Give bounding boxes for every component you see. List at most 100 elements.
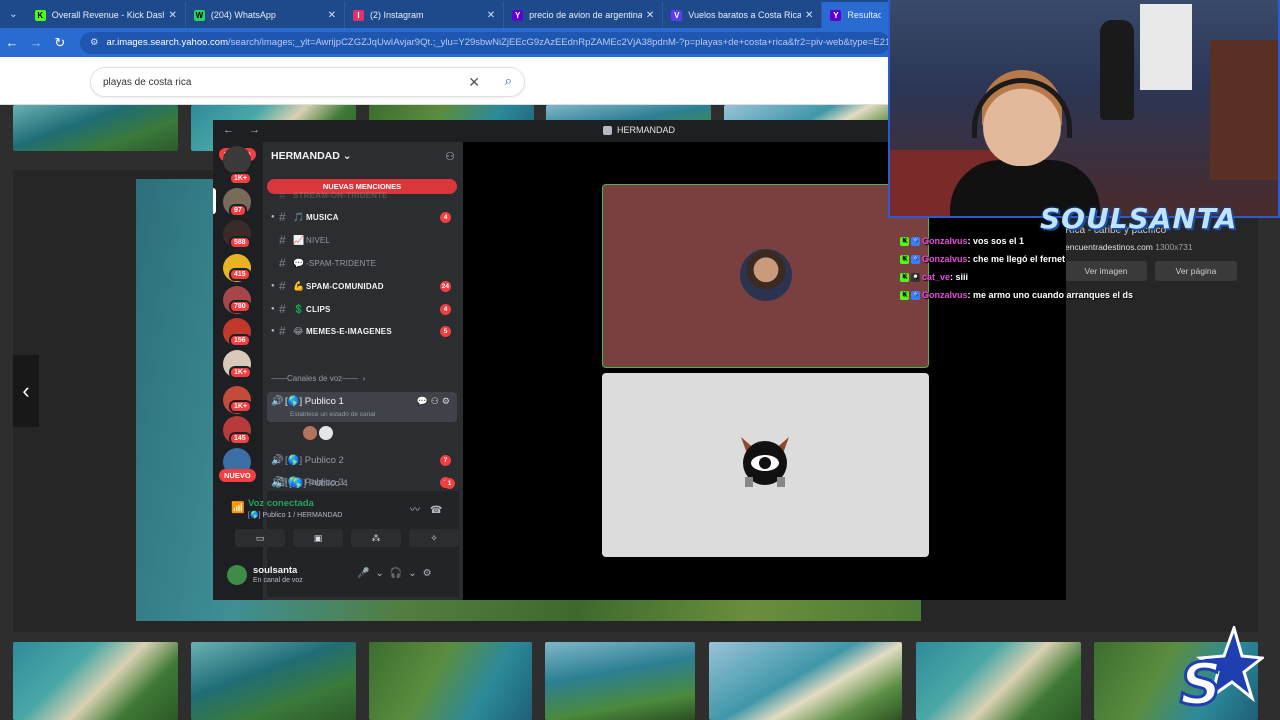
stream-chat: K ✧ Gonzalvus: vos sos el 1 K ✧ Gonzalvus:… [900,232,1180,304]
result-thumbnail[interactable] [13,642,178,720]
result-thumbnail[interactable] [13,105,178,151]
voice-channel-publico-2[interactable]: 🔊 [🌎] Publico 2 7 [267,450,457,470]
dollar-emoji-icon: 💲 [293,303,305,314]
video-tile[interactable] [602,373,929,557]
noise-and-disconnect-icons[interactable]: 〰☎ [410,501,452,516]
category-label: ——Canales de voz—— [271,374,359,383]
kick-badge-icon: K [900,272,909,282]
tab-search-icon[interactable]: ⌄ [0,0,27,28]
user-count-badge: 1 [444,477,455,489]
result-thumbnail[interactable] [709,642,902,720]
previous-image-chevron-icon[interactable]: ‹ [13,355,39,427]
mention-count: 4 [440,303,451,315]
avatar[interactable] [319,426,333,440]
tab-close-icon[interactable]: ✕ [487,10,495,21]
unread-badge: 1K+ [229,366,253,379]
channel-status[interactable]: Establece un estado de canal [290,411,375,418]
invite-people-icon[interactable]: ⚇ [445,150,455,163]
activities-button[interactable]: ⁂ [351,529,401,547]
voice-location[interactable]: [🌎] Publico 1 / HERMANDAD [248,511,342,519]
avatar[interactable] [227,565,247,585]
channel-item-spam-comunidad[interactable]: ● # 💪 SPAM-COMUNIDAD 24 [271,276,455,296]
selected-indicator [213,188,216,214]
site-info-icon[interactable]: ⚙ [90,37,99,48]
speaker-icon: 🔊 [275,477,288,489]
channel-name: [🌎] Publico 2 [285,454,344,466]
address-bar[interactable]: ⚙ ar.images.search.yahoo.com/search/imag… [80,31,890,54]
new-badge[interactable]: NUEVO [219,469,256,482]
browser-tab-instagram[interactable]: I (2) Instagram ✕ [345,2,505,28]
chat-text: : vos sos el 1 [967,236,1025,246]
channel-name: -SPAM-TRIDENTE [306,258,377,268]
channel-item-musica[interactable]: ● # 🎵 MUSICA 4 [271,207,455,227]
reload-icon[interactable]: ↻ [48,35,72,51]
channel-item[interactable]: # STREAM-ON-TRIDENTE [271,185,455,205]
chat-message: K ✧ Gonzalvus: vos sos el 1 [900,232,1180,250]
voice-channel-publico-1[interactable]: 🔊 [🌎] Publico 1 💬⚇⚙ Establece un estado … [267,392,457,422]
username[interactable]: soulsanta [253,565,297,576]
result-thumbnail[interactable] [916,642,1081,720]
chat-username: Gonzalvus [922,254,968,264]
result-thumbnail[interactable] [191,642,356,720]
window-title: HERMANDAD [617,125,676,135]
unread-badge: 1K+ [229,400,253,413]
user-panel: soulsanta En canal de voz 🎤⌄🎧⌄⚙ [227,560,457,590]
tab-close-icon[interactable]: ✕ [328,10,336,21]
screen: ⌄ K Overall Revenue - Kick Dashbo ✕ W (2… [0,0,1280,720]
server-icon[interactable] [223,146,251,174]
channel-tools-icons[interactable]: 💬⚇⚙ [417,396,453,407]
speaker-icon: 🔊 [271,454,284,466]
signal-icon[interactable]: 📶 [231,501,245,514]
url-host: ar.images.search.yahoo.com [106,37,228,48]
tab-close-icon[interactable]: ✕ [646,10,654,21]
share-screen-button[interactable]: ▣ [293,529,343,547]
svg-text:S: S [1180,650,1222,718]
back-arrow-icon[interactable]: ← [0,35,24,50]
browser-tab-vuelos[interactable]: V Vuelos baratos a Costa Rica | R ✕ [663,2,823,28]
forward-arrow-icon[interactable]: → [24,35,48,50]
chat-message: K ☻ cat_ve: siii [900,268,1180,286]
headset-icon [972,78,1072,138]
hash-icon: # [279,324,286,338]
result-thumbnail[interactable] [545,642,695,720]
avatar[interactable] [303,426,317,440]
chat-text: : siii [950,272,969,282]
server-name: HERMANDAD [271,150,340,162]
search-input[interactable]: playas de costa rica ✕ ⌕ [90,67,525,97]
tab-title: precio de avion de argentina a [529,10,642,20]
hash-icon: # [279,188,286,202]
voice-category[interactable]: ——Canales de voz—— › [271,374,365,383]
voice-status[interactable]: Voz conectada [248,498,314,509]
unread-dot-icon: ● [271,306,275,312]
tab-close-icon[interactable]: ✕ [805,10,813,21]
star-logo-icon: S [1179,626,1264,718]
result-thumbnail[interactable] [369,642,532,720]
voice-channel-publico-4[interactable]: 🔊 [🌎] Publico 4 1 [271,473,461,493]
unread-badge: 588 [229,236,251,249]
clear-search-icon[interactable]: ✕ [468,74,480,91]
unread-dot-icon: ● [271,328,275,334]
emote-badge-icon: ☻ [911,272,920,282]
video-tile-speaking[interactable] [602,184,929,368]
mic-headset-settings-icons[interactable]: 🎤⌄🎧⌄⚙ [357,568,438,579]
tab-title: (2) Instagram [370,10,424,20]
browser-toolbar: ← → ↻ ⚙ ar.images.search.yahoo.com/searc… [0,28,890,57]
soundboard-button[interactable]: ✧ [409,529,459,547]
browser-tab-kick[interactable]: K Overall Revenue - Kick Dashbo ✕ [27,2,186,28]
browser-tab-whatsapp[interactable]: W (204) WhatsApp ✕ [186,2,345,28]
tab-close-icon[interactable]: ✕ [168,10,176,21]
user-count-badge: 7 [440,454,451,466]
music-emoji-icon: 🎵 [293,211,305,222]
browser-tab-yahoo-precio[interactable]: Y precio de avion de argentina a ✕ [504,2,664,28]
channel-item-memes[interactable]: ● # 😂 MEMES-E-IMAGENES 5 [271,321,455,341]
search-icon[interactable]: ⌕ [505,73,512,89]
channel-item-nivel[interactable]: # 📈 NIVEL [271,230,455,250]
browser-tab-resultados[interactable]: Y Resultados d [822,2,890,28]
speaker-icon: 🔊 [271,396,284,407]
server-name-dropdown[interactable]: HERMANDAD ⌄ [271,150,352,162]
channel-item-spam-tridente[interactable]: # 💬 -SPAM-TRIDENTE [271,253,455,273]
history-arrows-icon[interactable]: ← → [223,124,266,136]
channel-item-clips[interactable]: ● # 💲 CLIPS 4 [271,299,455,319]
avatar [740,249,792,301]
camera-off-button[interactable]: ▭ [235,529,285,547]
